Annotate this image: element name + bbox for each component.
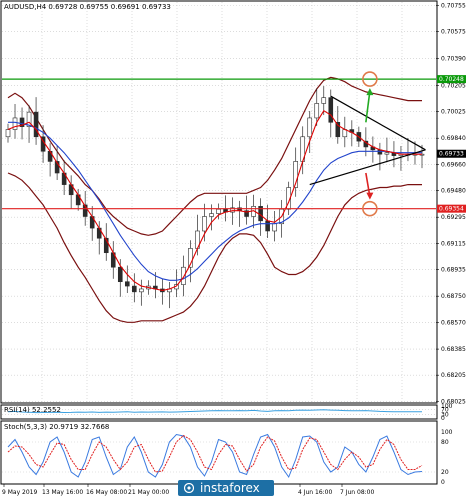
candle-body — [216, 208, 221, 214]
resistance-label: 0.70248 — [439, 76, 464, 83]
stoch-y-tick-label: 20 — [441, 469, 449, 476]
candle-body — [33, 111, 39, 138]
candle-body — [321, 97, 327, 104]
rsi-title: RSI(14) 52.2552 — [4, 406, 61, 414]
y-tick-label: 0.69295 — [441, 214, 466, 221]
candle-body — [139, 288, 144, 293]
support-label: 0.69354 — [439, 206, 464, 213]
chart-svg: 0.70755 0.70575 0.70390 0.70205 0.70025 0.698… — [0, 0, 466, 496]
y-tick-label: 0.70390 — [441, 56, 466, 63]
instaforex-logo-icon — [184, 483, 194, 493]
candle-body — [5, 129, 11, 138]
candle-body — [202, 216, 207, 232]
candle-body — [12, 117, 18, 130]
candle-body — [209, 213, 214, 217]
current-price-label: 0.69733 — [439, 151, 464, 158]
candle-body — [124, 281, 130, 287]
x-tick-label: 16 May 08:00 — [86, 489, 127, 496]
y-tick-label: 0.68205 — [441, 372, 466, 379]
y-tick-label: 0.70755 — [441, 3, 466, 10]
x-tick-label: 4 Jun 16:00 — [298, 489, 332, 496]
candle-body — [181, 266, 186, 285]
y-tick-label: 0.68935 — [441, 266, 466, 273]
y-tick-label: 0.68385 — [441, 346, 466, 353]
candle-body — [117, 266, 123, 283]
candle-body — [272, 223, 277, 232]
candle-body — [265, 220, 270, 232]
candle-body — [307, 117, 313, 138]
y-tick-label: 0.70205 — [441, 82, 466, 89]
y-tick-label: 0.70575 — [441, 29, 466, 36]
x-tick-label: 13 May 16:00 — [42, 489, 83, 496]
stoch-y-tick-label: 0 — [441, 479, 445, 486]
x-tick-label: 9 May 2019 — [2, 489, 37, 496]
candle-body — [328, 97, 334, 123]
candle-body — [384, 152, 390, 155]
stoch-title: Stoch(5,3,3) 20.9719 32.7668 — [4, 423, 109, 431]
rsi-y-tick-label: 0 — [441, 415, 445, 422]
y-tick-label: 0.69660 — [441, 161, 466, 168]
y-tick-label: 0.68570 — [441, 319, 466, 326]
y-tick-label: 0.68750 — [441, 293, 466, 300]
main-title: AUDUSD,H4 0.69728 0.69755 0.69691 0.6973… — [4, 3, 171, 11]
y-tick-label: 0.69480 — [441, 187, 466, 194]
x-tick-label: 21 May 00:00 — [128, 489, 169, 496]
stoch-y-tick-label: 80 — [441, 439, 449, 446]
y-tick-label: 0.69840 — [441, 135, 466, 142]
y-tick-label: 0.70025 — [441, 108, 466, 115]
candle-body — [132, 285, 137, 293]
watermark-text: instaforex — [200, 481, 260, 495]
main-y-axis: 0.70755 0.70575 0.70390 0.70205 0.70025 0.698… — [436, 3, 466, 405]
x-tick-label: 7 Jun 08:00 — [340, 489, 374, 496]
stoch-y-tick-label: 100 — [441, 429, 453, 436]
candle-body — [314, 103, 320, 119]
y-tick-label: 0.69115 — [441, 240, 466, 247]
instaforex-watermark: instaforex — [178, 480, 274, 496]
